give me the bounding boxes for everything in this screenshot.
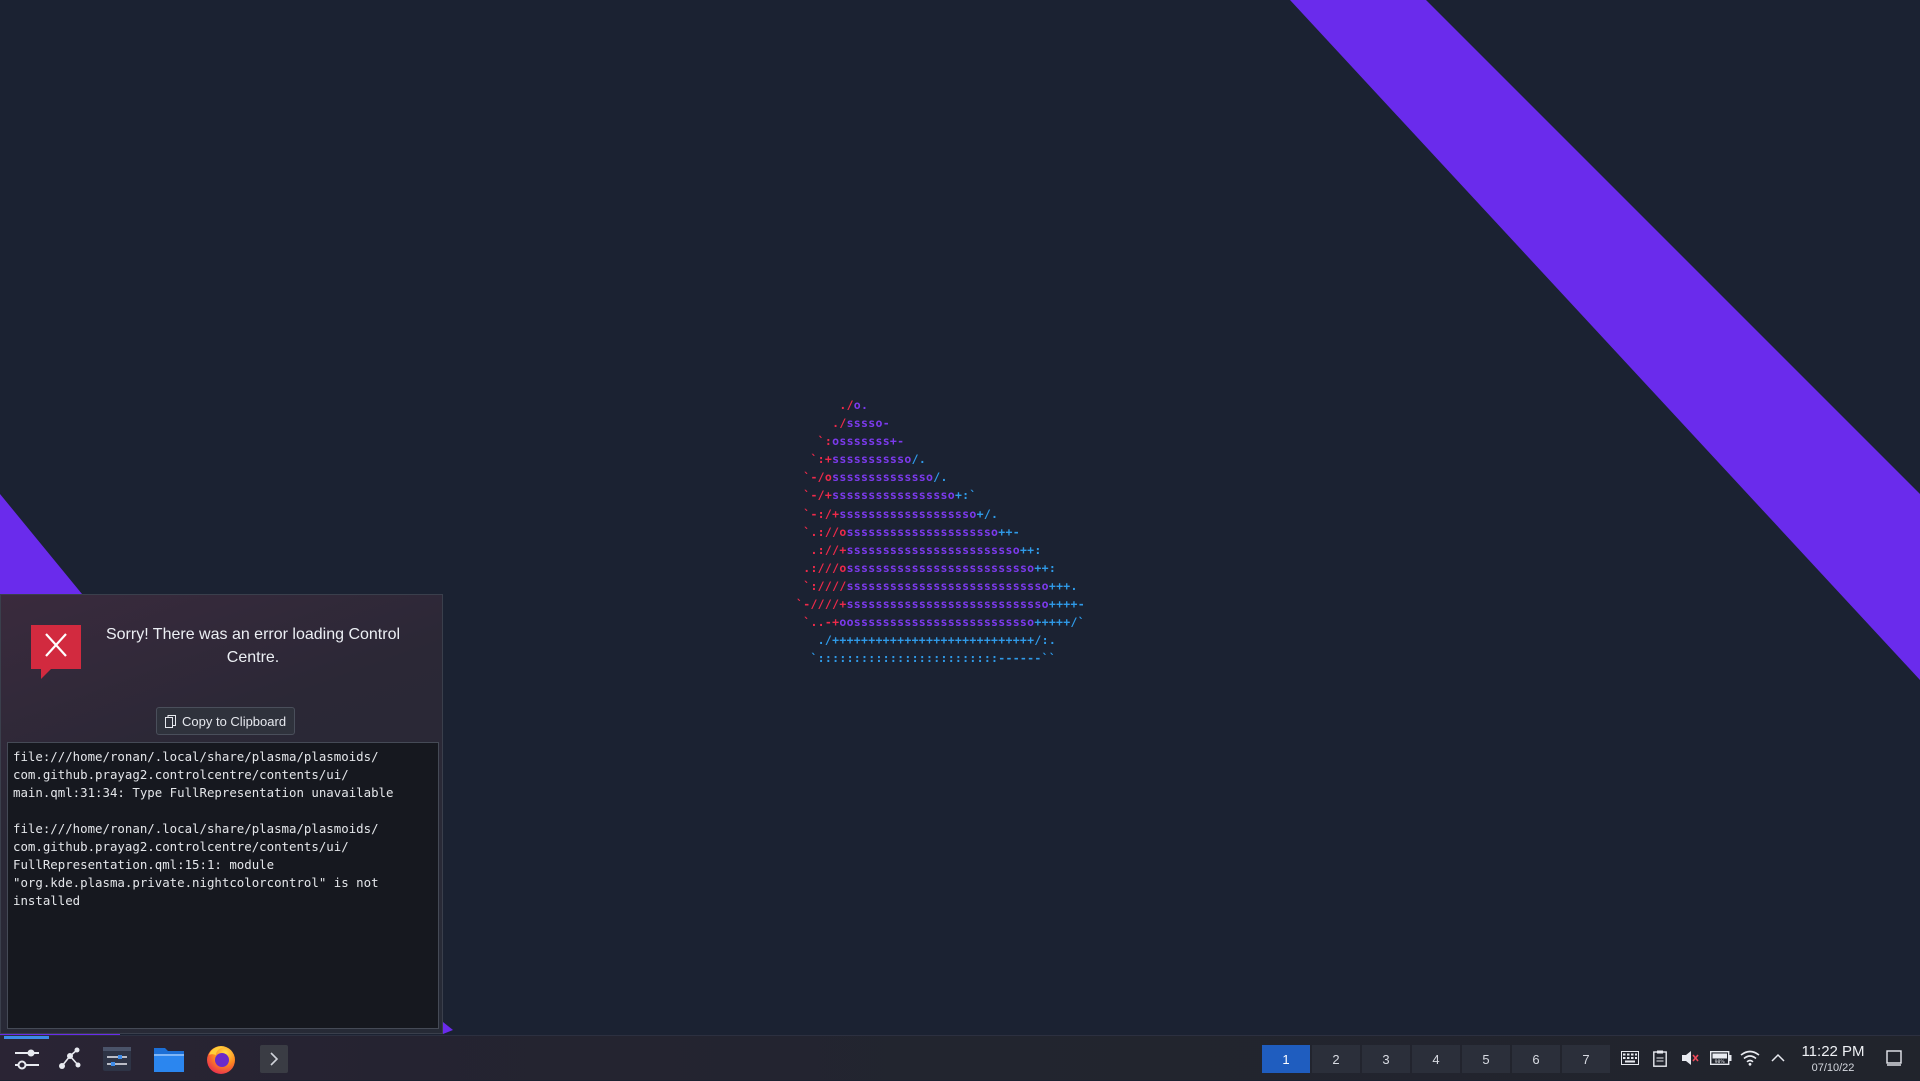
ascii-logo-line: ./++++++++++++++++++++++++++++/:.	[796, 633, 1057, 648]
error-icon	[31, 625, 81, 679]
ascii-logo-line: .:///ossssssssssssssssssssssssso++:	[796, 560, 1057, 575]
error-popup: Sorry! There was an error loading Contro…	[0, 594, 443, 1034]
ascii-logo-line: `-/ossssssssssssso/.	[796, 470, 948, 485]
ascii-logo-line: `-////+ssssssssssssssssssssssssssso++++-	[796, 597, 1085, 612]
show-desktop-icon	[1886, 1050, 1902, 1066]
tray-expand-button[interactable]	[1767, 1047, 1789, 1069]
copy-to-clipboard-button[interactable]: Copy to Clipboard	[156, 707, 296, 735]
control-centre-launcher[interactable]	[4, 1036, 50, 1081]
virtual-desktop-pager: 1 2 3 4 5 6 7	[1262, 1045, 1612, 1073]
popup-resize-corner	[443, 1022, 453, 1034]
volume-tray-button[interactable]	[1679, 1047, 1701, 1069]
keyboard-tray-button[interactable]	[1619, 1047, 1641, 1069]
taskbar: 1 2 3 4 5 6 7 98% 11:22 PM 07/10/22	[0, 1035, 1920, 1080]
wallpaper-stripe-right	[1290, 0, 1920, 680]
firefox-launcher[interactable]	[198, 1036, 244, 1081]
copy-button-label: Copy to Clipboard	[182, 713, 287, 729]
ascii-logo-line: ./sssso-	[796, 416, 890, 431]
battery-tray-button[interactable]: 98%	[1708, 1047, 1734, 1069]
ascii-logo-line: ./o.	[796, 398, 869, 412]
keyboard-icon	[1621, 1051, 1639, 1065]
clock-date[interactable]: 07/10/22	[1793, 1062, 1873, 1074]
desktop-6[interactable]: 6	[1512, 1045, 1560, 1073]
clock-time[interactable]: 11:22 PM	[1793, 1043, 1873, 1060]
clipboard-icon	[1653, 1050, 1667, 1067]
kde-connect-launcher[interactable]	[47, 1036, 93, 1081]
kde-connect-icon	[59, 1047, 81, 1069]
battery-icon: 98%	[1710, 1051, 1732, 1065]
ascii-logo-line: `-/+sssssssssssssssso+:`	[796, 488, 977, 503]
desktop-4[interactable]: 4	[1412, 1045, 1460, 1073]
volume-muted-icon	[1682, 1051, 1699, 1065]
error-details-text[interactable]: file:///home/ronan/.local/share/plasma/p…	[7, 742, 439, 1029]
popup-header: Sorry! There was an error loading Contro…	[29, 623, 429, 685]
desktop-3[interactable]: 3	[1362, 1045, 1410, 1073]
ascii-logo-line: `:////ssssssssssssssssssssssssssso+++.	[796, 578, 1078, 593]
desktop-2[interactable]: 2	[1312, 1045, 1360, 1073]
system-settings-launcher[interactable]	[94, 1036, 140, 1081]
distro-ascii-logo: ./o. ./sssso- `:osssssss+- `:+ssssssssss…	[796, 396, 1085, 667]
system-settings-icon	[103, 1046, 131, 1071]
copy-icon	[165, 714, 176, 728]
file-manager-icon	[154, 1047, 184, 1072]
ascii-logo-line: `:+sssssssssso/.	[796, 452, 927, 467]
clipboard-tray-button[interactable]	[1649, 1047, 1671, 1069]
desktop-7[interactable]: 7	[1562, 1045, 1610, 1073]
firefox-icon	[207, 1045, 235, 1074]
show-desktop-button[interactable]	[1883, 1047, 1905, 1069]
battery-label: 98%	[1715, 1059, 1726, 1065]
file-manager-launcher[interactable]	[146, 1036, 192, 1081]
desktop-5[interactable]: 5	[1462, 1045, 1510, 1073]
terminal-launcher[interactable]	[251, 1036, 297, 1081]
ascii-logo-line: `-:/+sssssssssssssssssso+/.	[796, 506, 999, 521]
ascii-logo-line: `:osssssss+-	[796, 434, 905, 449]
wifi-icon	[1740, 1050, 1760, 1066]
ascii-logo-line: `:::::::::::::::::::::::::------``	[796, 651, 1057, 666]
desktop-1[interactable]: 1	[1262, 1045, 1310, 1073]
error-message: Sorry! There was an error loading Contro…	[105, 626, 401, 666]
wifi-tray-button[interactable]	[1739, 1047, 1761, 1069]
ascii-logo-line: `.://osssssssssssssssssssso++-	[796, 524, 1020, 539]
ascii-logo-line: .://+ssssssssssssssssssssssso++:	[796, 542, 1042, 557]
tray-expand-icon	[1771, 1053, 1785, 1062]
ascii-logo-line: `..-+oosssssssssssssssssssssssso+++++/`	[796, 615, 1085, 630]
terminal-icon	[260, 1044, 288, 1073]
control-centre-icon	[15, 1049, 39, 1069]
